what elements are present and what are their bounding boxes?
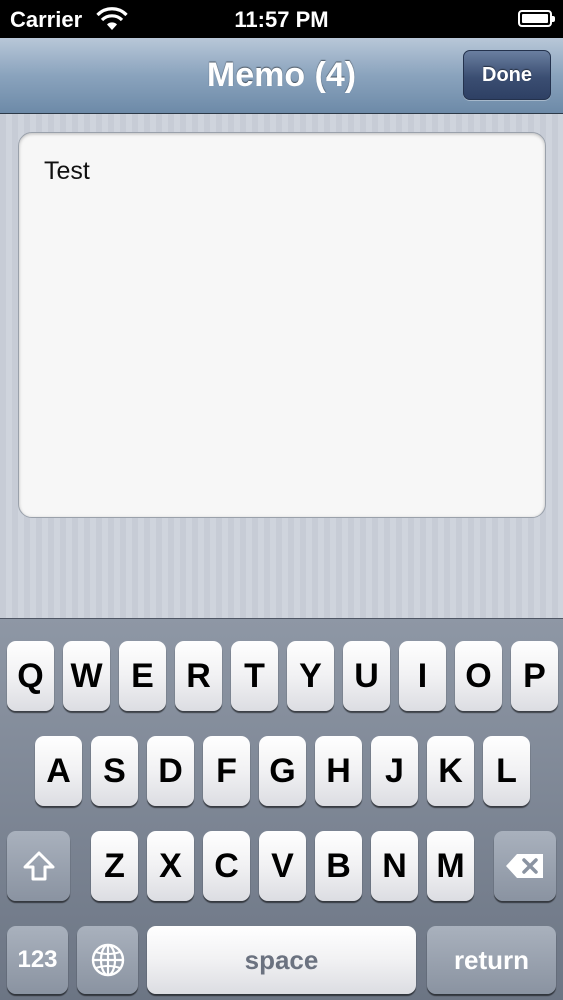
- key-label: E: [131, 657, 154, 695]
- key-b[interactable]: B: [315, 831, 362, 901]
- memo-text-area[interactable]: Test: [18, 132, 546, 518]
- key-n[interactable]: N: [371, 831, 418, 901]
- key-x[interactable]: X: [147, 831, 194, 901]
- key-label: U: [354, 657, 379, 695]
- status-time: 11:57 PM: [234, 7, 329, 32]
- key-label: T: [244, 657, 265, 695]
- key-label: O: [465, 657, 492, 695]
- phone-screen: Carrier 11:57 PM Memo (4) Done Test Q W …: [0, 0, 563, 1000]
- return-key-label: return: [453, 945, 530, 975]
- key-label: V: [271, 847, 294, 885]
- key-h[interactable]: H: [315, 736, 362, 806]
- key-label: A: [46, 752, 71, 790]
- key-l[interactable]: L: [483, 736, 530, 806]
- shift-icon: [7, 850, 70, 882]
- globe-icon: [77, 942, 138, 978]
- key-i[interactable]: I: [399, 641, 446, 711]
- key-m[interactable]: M: [427, 831, 474, 901]
- status-bar: Carrier 11:57 PM: [0, 0, 563, 38]
- key-label: X: [159, 847, 182, 885]
- key-label: H: [326, 752, 351, 790]
- key-j[interactable]: J: [371, 736, 418, 806]
- key-u[interactable]: U: [343, 641, 390, 711]
- key-label: Y: [299, 657, 322, 695]
- key-c[interactable]: C: [203, 831, 250, 901]
- key-label: Z: [104, 847, 125, 885]
- key-label: I: [417, 657, 428, 695]
- globe-key[interactable]: [77, 926, 138, 994]
- navigation-bar: Memo (4) Done: [0, 38, 563, 114]
- memo-text: Test: [44, 157, 90, 185]
- key-g[interactable]: G: [259, 736, 306, 806]
- done-button[interactable]: Done: [463, 50, 551, 100]
- key-label: M: [436, 847, 465, 885]
- key-o[interactable]: O: [455, 641, 502, 711]
- key-label: K: [438, 752, 463, 790]
- key-e[interactable]: E: [119, 641, 166, 711]
- key-label: N: [382, 847, 407, 885]
- key-label: W: [70, 657, 103, 695]
- keyboard: Q W E R T Y U I O P A S D F G H J K L Z …: [0, 618, 563, 1000]
- shift-key[interactable]: [7, 831, 70, 901]
- key-label: G: [269, 752, 296, 790]
- key-z[interactable]: Z: [91, 831, 138, 901]
- numbers-key-label: 123: [17, 946, 58, 973]
- key-y[interactable]: Y: [287, 641, 334, 711]
- key-label: L: [496, 752, 517, 790]
- key-label: Q: [17, 657, 44, 695]
- key-p[interactable]: P: [511, 641, 558, 711]
- key-label: C: [214, 847, 239, 885]
- battery-icon: [518, 10, 555, 27]
- space-key-label: space: [244, 945, 319, 975]
- key-q[interactable]: Q: [7, 641, 54, 711]
- delete-icon: [494, 853, 556, 879]
- key-k[interactable]: K: [427, 736, 474, 806]
- key-s[interactable]: S: [91, 736, 138, 806]
- delete-key[interactable]: [494, 831, 556, 901]
- numbers-key[interactable]: 123: [7, 926, 68, 994]
- return-key[interactable]: return: [427, 926, 556, 994]
- key-r[interactable]: R: [175, 641, 222, 711]
- key-label: S: [103, 752, 126, 790]
- key-label: D: [158, 752, 183, 790]
- space-key[interactable]: space: [147, 926, 416, 994]
- key-label: J: [385, 752, 404, 790]
- key-label: R: [186, 657, 211, 695]
- key-a[interactable]: A: [35, 736, 82, 806]
- key-label: F: [216, 752, 237, 790]
- key-label: B: [326, 847, 351, 885]
- key-d[interactable]: D: [147, 736, 194, 806]
- key-w[interactable]: W: [63, 641, 110, 711]
- key-v[interactable]: V: [259, 831, 306, 901]
- key-label: P: [523, 657, 546, 695]
- key-f[interactable]: F: [203, 736, 250, 806]
- key-t[interactable]: T: [231, 641, 278, 711]
